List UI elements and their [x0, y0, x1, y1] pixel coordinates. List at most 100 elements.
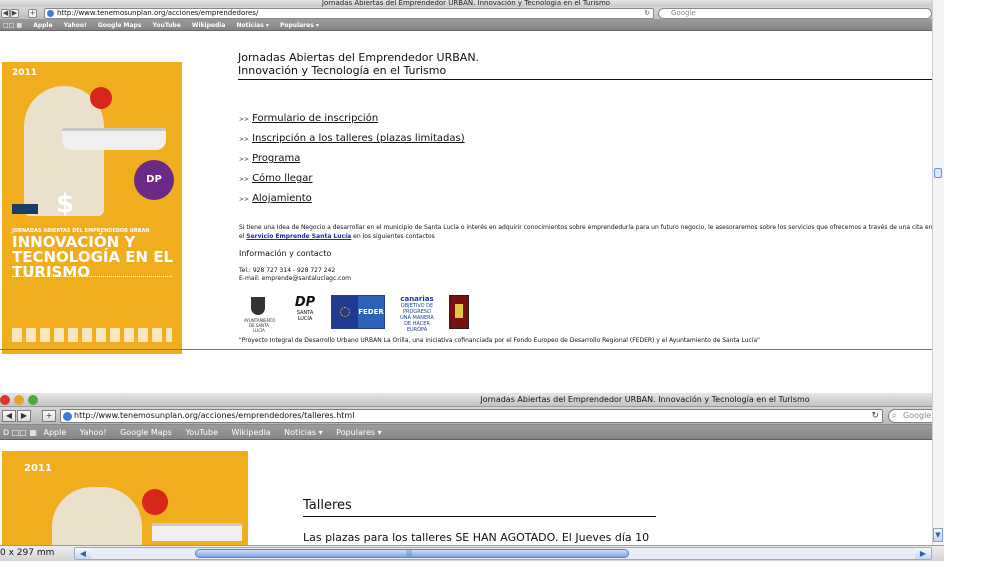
back-button[interactable]: ◀ [1, 9, 10, 18]
link-registration-form[interactable]: Formulario de inscripción [252, 113, 378, 124]
description-suffix: en los siguientes contactos [351, 233, 435, 240]
add-bookmark-button[interactable]: + [42, 410, 56, 422]
link-item: >> Formulario de inscripción [239, 112, 465, 132]
bottom-window-title: Jornadas Abiertas del Emprendedor URBAN.… [480, 395, 810, 404]
search-placeholder: Google [903, 411, 932, 420]
scroll-right-button[interactable]: ▶ [915, 548, 931, 559]
horizontal-scroll-thumb[interactable]: ||| [195, 549, 629, 558]
bookmark-apple[interactable]: Apple [33, 20, 52, 31]
workshops-notice: Las plazas para los talleres SE HAN AGOT… [303, 531, 650, 544]
bottom-search-field[interactable]: ⌕ Google [888, 409, 932, 423]
link-workshops-registration[interactable]: Inscripción a los talleres (plazas limit… [252, 133, 465, 144]
bookmark-populares[interactable]: Populares ▾ [336, 425, 381, 440]
bottom-page-content: 2011 Talleres Las plazas para los taller… [0, 441, 932, 545]
poster-person-graphic [52, 487, 142, 545]
vertical-scroll-thumb[interactable] [934, 168, 942, 178]
link-arrow: >> [239, 176, 250, 183]
contact-details: Tel.: 928 727 314 - 928 727 242 E-mail: … [239, 267, 351, 283]
bookmark-noticias[interactable]: Noticias ▾ [236, 20, 268, 31]
footer-divider [0, 349, 932, 350]
reload-icon[interactable]: ↻ [871, 410, 879, 422]
top-window-titlebar: Jornadas Abiertas del Emprendedor URBAN.… [0, 0, 932, 7]
link-item: >> Cómo llegar [239, 172, 465, 192]
scroll-left-button[interactable]: ◀ [75, 548, 91, 559]
description-text: Si tiene una Idea de Negocio a desarroll… [239, 223, 932, 241]
ayuntamiento-logo: AYUNTAMIENTO DE SANTA LUCÍA [244, 295, 275, 333]
poster-fine-print [12, 276, 172, 320]
canarias-logo: canarias OBJETIVO DE PROGRESO UNA MANERA… [399, 295, 435, 333]
link-arrow: >> [239, 196, 250, 203]
page-title-line-2: Innovación y Tecnología en el Turismo [238, 64, 447, 77]
contact-heading: Información y contacto [239, 249, 332, 258]
back-button[interactable]: ◀ [2, 410, 16, 422]
bottom-window-toolbar: ◀ ▶ + http://www.tenemosunplan.org/accio… [0, 407, 932, 425]
cabildo-logo [449, 295, 469, 329]
link-item: >> Programa [239, 152, 465, 172]
eu-flag-icon [332, 296, 358, 328]
ayuntamiento-caption: AYUNTAMIENTO DE SANTA LUCÍA [244, 318, 276, 333]
reading-list-icon[interactable]: ᗞ □□ ▦ [3, 425, 37, 440]
page-title: Jornadas Abiertas del Emprendedor URBAN.… [238, 51, 932, 80]
globe-icon [47, 10, 54, 17]
reload-icon[interactable]: ↻ [644, 9, 650, 18]
bookmark-wikipedia[interactable]: Wikipedia [192, 20, 226, 31]
service-link[interactable]: Servicio Emprende Santa Lucía [246, 233, 351, 240]
status-bar: 0 x 297 mm ◀ ||| ▶ [0, 545, 944, 561]
top-address-bar[interactable]: http://www.tenemosunplan.org/acciones/em… [44, 8, 654, 19]
vertical-scrollbar[interactable] [932, 0, 944, 545]
bookmark-youtube[interactable]: YouTube [185, 425, 218, 440]
bottom-url-text: http://www.tenemosunplan.org/acciones/em… [74, 411, 355, 420]
link-program[interactable]: Programa [252, 153, 300, 164]
screenshot-stage: Jornadas Abiertas del Emprendedor URBAN.… [0, 0, 1000, 568]
dp-santa-lucia-logo: DP SANTA LUCÍA [289, 295, 321, 329]
search-icon: ⌕ [892, 411, 897, 420]
canarias-title: canarias [400, 295, 434, 303]
bookmark-yahoo[interactable]: Yahoo! [80, 425, 107, 440]
bookmark-yahoo[interactable]: Yahoo! [64, 20, 87, 31]
event-poster: 2011 DP $ JORNADAS ABIERTAS DEL EMPRENDE… [2, 62, 182, 354]
contact-email: E-mail: emprende@santaluciagc.com [239, 275, 351, 282]
link-directions[interactable]: Cómo llegar [252, 173, 312, 184]
reading-list-icon[interactable]: □□ ▦ [3, 20, 22, 31]
globe-icon [63, 412, 72, 421]
poster-year: 2011 [24, 463, 52, 474]
project-footnote: "Proyecto Integral de Desarrollo Urbano … [239, 337, 760, 344]
bottom-bookmarks-bar: ᗞ □□ ▦ Apple Yahoo! Google Maps YouTube … [0, 425, 932, 440]
link-item: >> Alojamiento [239, 192, 465, 212]
link-arrow: >> [239, 116, 250, 123]
bottom-address-bar[interactable]: http://www.tenemosunplan.org/acciones/em… [60, 409, 883, 423]
canarias-subtitle: OBJETIVO DE PROGRESO UNA MANERA DE HACER… [400, 303, 434, 333]
poster-red-circle [90, 87, 112, 109]
bookmark-noticias[interactable]: Noticias ▾ [284, 425, 323, 440]
poster-red-circle [142, 489, 168, 515]
feder-logo: FEDER [331, 295, 385, 329]
bookmark-populares[interactable]: Populares ▾ [280, 20, 319, 31]
poster-dollar-icon: $ [56, 189, 75, 219]
link-accommodation[interactable]: Alojamiento [252, 193, 312, 204]
bookmark-wikipedia[interactable]: Wikipedia [232, 425, 271, 440]
poster-logos-strip [12, 328, 172, 342]
bookmark-google-maps[interactable]: Google Maps [120, 425, 172, 440]
dp-caption: SANTA LUCÍA [296, 310, 314, 322]
top-search-field[interactable]: Google [658, 8, 932, 19]
forward-button[interactable]: ▶ [17, 410, 31, 422]
bookmark-apple[interactable]: Apple [43, 425, 66, 440]
bookmark-google-maps[interactable]: Google Maps [98, 20, 142, 31]
contact-phone: Tel.: 928 727 314 - 928 727 242 [239, 267, 336, 274]
link-item: >> Inscripción a los talleres (plazas lim… [239, 132, 465, 152]
top-page-content: 2011 DP $ JORNADAS ABIERTAS DEL EMPRENDE… [0, 32, 932, 388]
link-arrow: >> [239, 156, 250, 163]
bookmark-youtube[interactable]: YouTube [153, 20, 181, 31]
poster-twitter-icon [12, 204, 38, 214]
add-bookmark-button[interactable]: + [28, 9, 37, 18]
horizontal-scrollbar[interactable]: ◀ ||| ▶ [74, 547, 932, 560]
top-bookmarks-bar: □□ ▦ Apple Yahoo! Google Maps YouTube Wi… [0, 20, 932, 31]
feder-label: FEDER [358, 296, 384, 328]
poster-year: 2011 [12, 68, 38, 78]
scroll-down-button[interactable]: ▼ [933, 528, 943, 542]
workshops-heading: Talleres [303, 498, 656, 517]
poster-ship-graphic [62, 128, 166, 150]
top-window-toolbar: ◀ ▶ + http://www.tenemosunplan.org/accio… [0, 7, 932, 20]
forward-button[interactable]: ▶ [10, 9, 19, 18]
description-line-1: Si tiene una Idea de Negocio a desarroll… [239, 224, 932, 231]
